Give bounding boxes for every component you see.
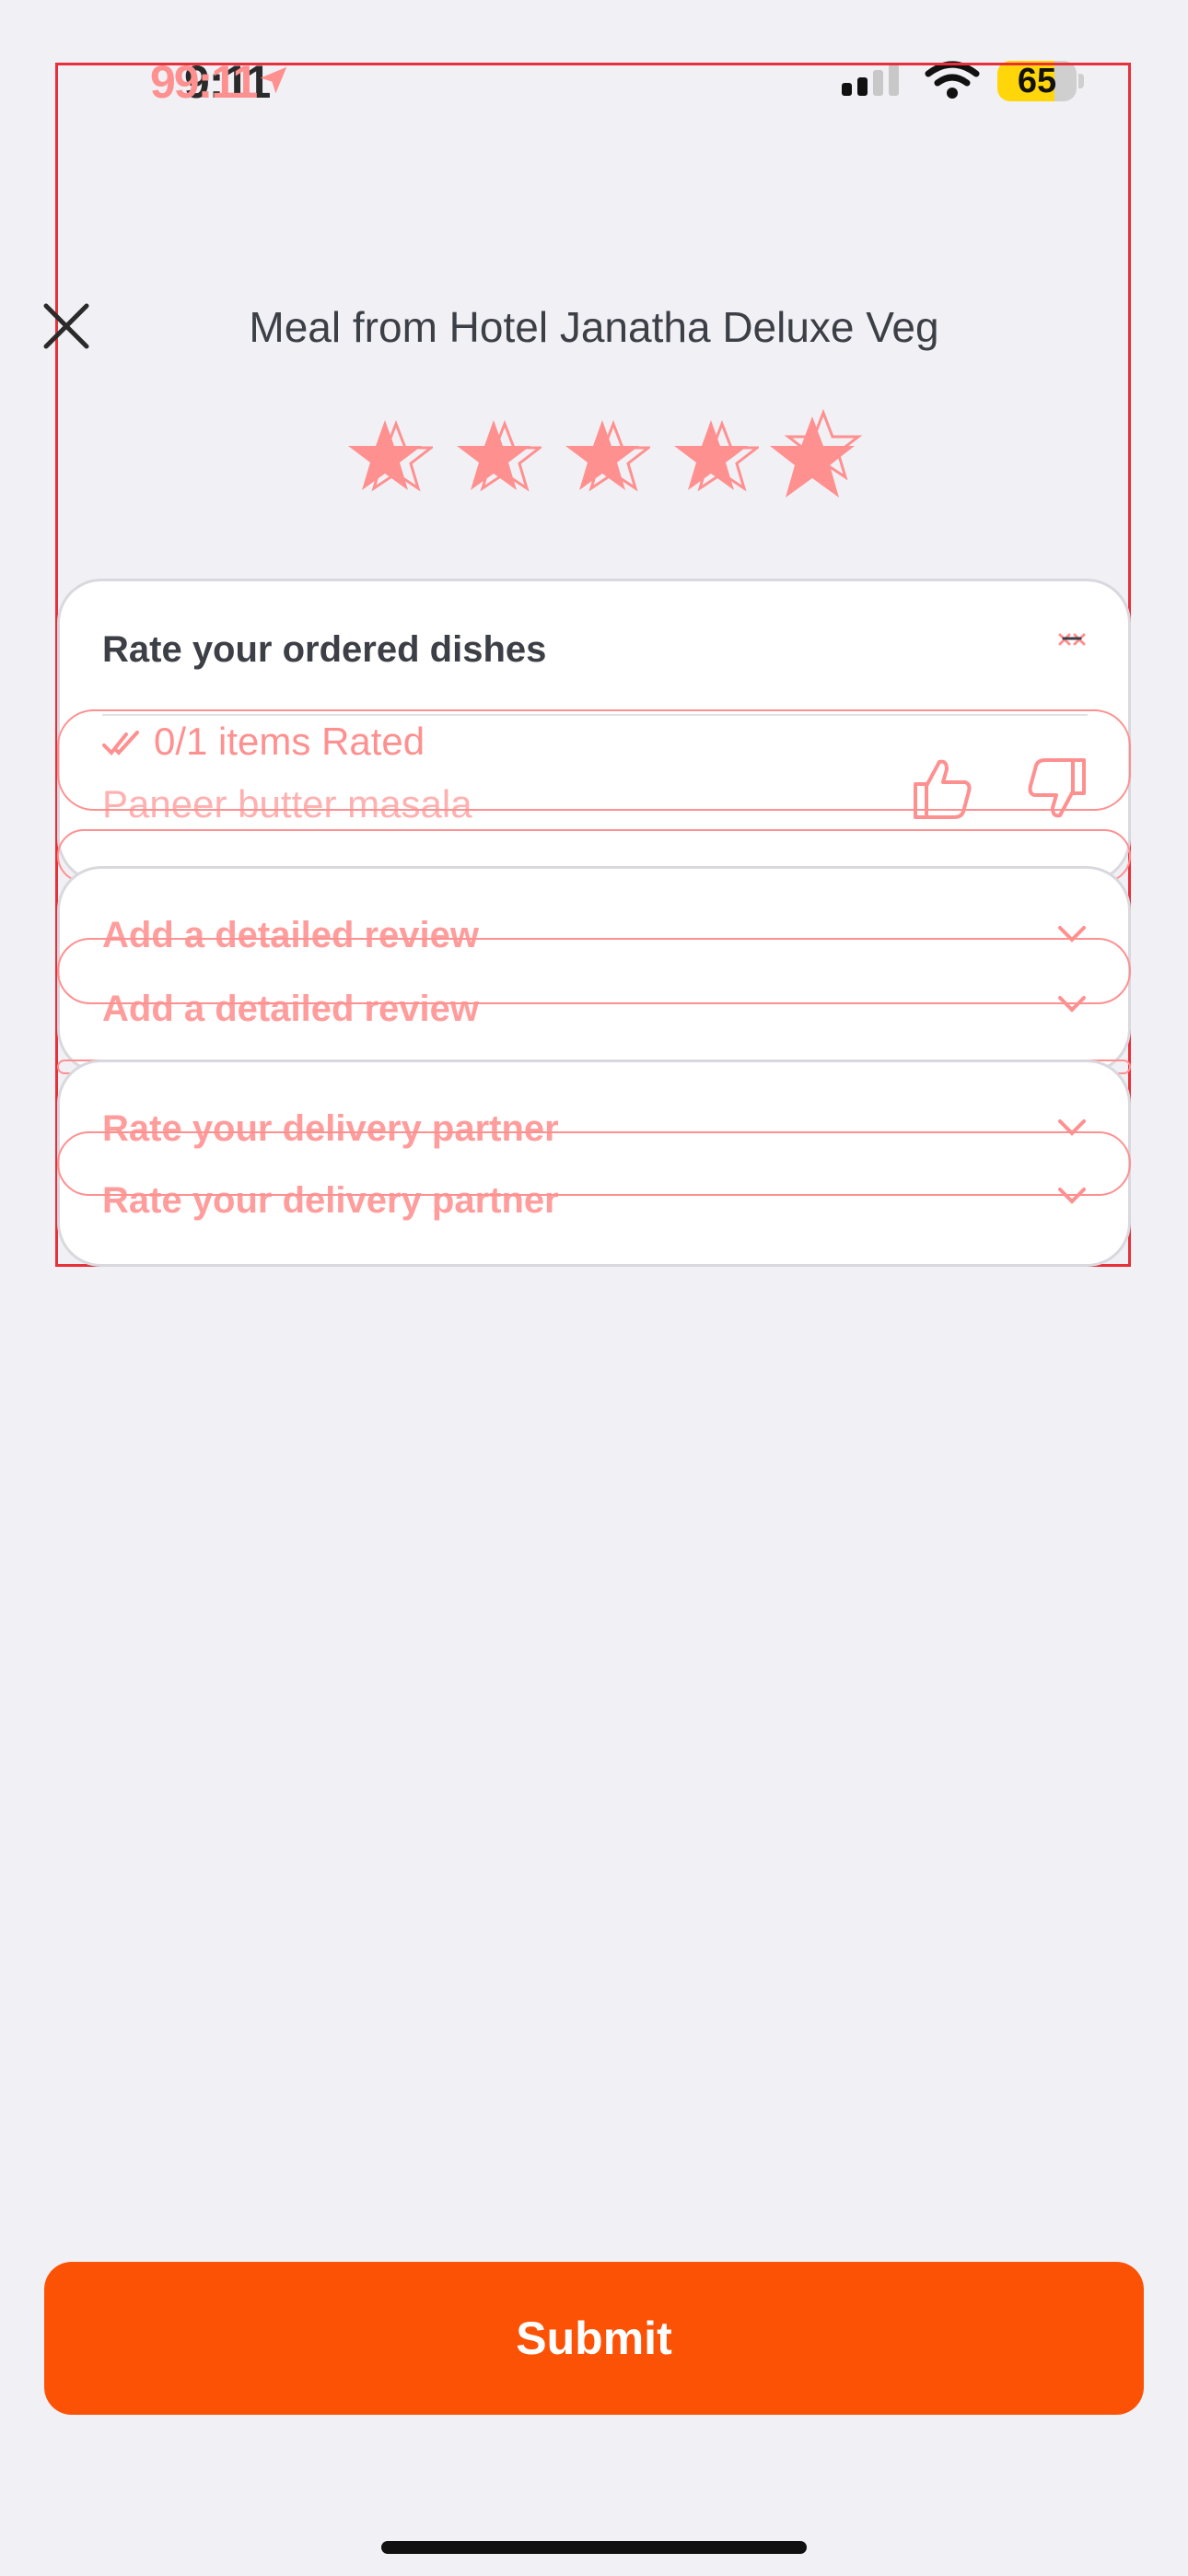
star-rating[interactable] [332, 405, 866, 507]
home-indicator[interactable] [381, 2541, 807, 2554]
star-icon[interactable] [558, 415, 650, 498]
wifi-icon [925, 61, 980, 99]
page-title: Meal from Hotel Janatha Deluxe Veg [249, 303, 939, 351]
battery-tip [1078, 74, 1084, 88]
overlay-pill [57, 938, 1131, 1004]
status-time: 99:11 [150, 56, 258, 108]
star-icon[interactable] [766, 409, 868, 505]
location-arrow-icon [260, 66, 287, 94]
cellular-signal-icon [842, 64, 899, 96]
star-icon[interactable] [341, 415, 433, 498]
battery-indicator: 65 [997, 61, 1077, 101]
overlay-pill [57, 1131, 1131, 1196]
overlay-pill [57, 709, 1131, 811]
card-title: Rate your ordered dishes [102, 629, 547, 670]
star-icon[interactable] [449, 415, 542, 498]
star-icon[interactable] [667, 415, 759, 498]
submit-button[interactable]: Submit [44, 2262, 1144, 2415]
collapse-icon[interactable] [1056, 629, 1088, 657]
